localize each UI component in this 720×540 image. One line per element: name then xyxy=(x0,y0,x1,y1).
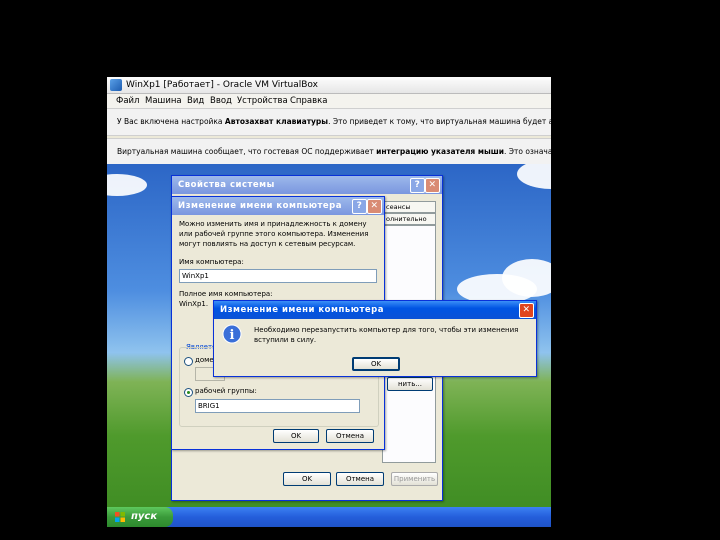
restart-message: Необходимо перезапустить компьютер для т… xyxy=(254,326,519,344)
virtualbox-window: WinXp1 [Работает] - Oracle VM VirtualBox… xyxy=(107,77,551,527)
menu-input[interactable]: Ввод xyxy=(210,94,232,108)
workgroup-radio-label: рабочей группы: xyxy=(195,387,257,395)
domain-radio[interactable] xyxy=(184,357,193,366)
computer-name-changes-titlebar[interactable]: Изменение имени компьютера ? ✕ xyxy=(172,197,384,215)
help-icon[interactable]: ? xyxy=(410,178,425,193)
svg-text:i: i xyxy=(230,328,235,343)
workgroup-radio[interactable] xyxy=(184,388,193,397)
ok-button[interactable]: OK xyxy=(352,357,400,371)
computer-name-label: Имя компьютера: xyxy=(179,258,244,266)
help-icon[interactable]: ? xyxy=(352,199,367,214)
system-properties-title: Свойства системы xyxy=(178,180,275,190)
full-computer-name-value: WinXp1. xyxy=(179,300,209,308)
menu-machine[interactable]: Машина xyxy=(145,94,182,108)
full-computer-name-label: Полное имя компьютера: xyxy=(179,290,273,298)
cloud xyxy=(517,164,551,189)
guest-desktop: Свойства системы ? ✕ сеансы олнительно н… xyxy=(107,164,551,527)
taskbar: пуск xyxy=(107,507,551,527)
tab-remote-sessions[interactable]: сеансы xyxy=(382,201,436,213)
notice-mouse-text: Виртуальная машина сообщает, что гостева… xyxy=(117,147,551,156)
info-icon: i xyxy=(222,324,242,344)
computer-name-input[interactable]: WinXp1 xyxy=(179,269,377,283)
mouse-integration-notice: Виртуальная машина сообщает, что гостева… xyxy=(107,138,551,166)
virtualbox-titlebar[interactable]: WinXp1 [Работает] - Oracle VM VirtualBox xyxy=(107,77,551,94)
system-properties-titlebar[interactable]: Свойства системы ? ✕ xyxy=(172,176,442,194)
notice-keyboard-text: У Вас включена настройка Автозахват клав… xyxy=(117,117,551,126)
cancel-button[interactable]: Отмена xyxy=(326,429,374,443)
menu-help[interactable]: Справка xyxy=(290,94,327,108)
ok-button[interactable]: OK xyxy=(283,472,331,486)
change-button[interactable]: нить... xyxy=(387,377,433,391)
close-icon[interactable]: ✕ xyxy=(367,199,382,214)
ok-button[interactable]: OK xyxy=(273,429,319,443)
virtualbox-menubar: Файл Машина Вид Ввод Устройства Справка xyxy=(107,94,551,108)
start-button-label: пуск xyxy=(131,511,158,522)
keyboard-capture-notice: У Вас включена настройка Автозахват клав… xyxy=(107,108,551,136)
close-icon[interactable]: ✕ xyxy=(425,178,440,193)
computer-name-changes-title: Изменение имени компьютера xyxy=(178,201,342,211)
start-button[interactable]: пуск xyxy=(107,507,173,527)
virtualbox-app-icon xyxy=(110,79,122,91)
menu-view[interactable]: Вид xyxy=(187,94,204,108)
virtualbox-window-title: WinXp1 [Работает] - Oracle VM VirtualBox xyxy=(126,80,318,90)
windows-logo-icon xyxy=(115,512,125,522)
rename-description: Можно изменить имя и принадлежность к до… xyxy=(179,220,369,248)
cloud xyxy=(107,174,147,196)
restart-dialog-title: Изменение имени компьютера xyxy=(220,305,384,315)
menu-file[interactable]: Файл xyxy=(116,94,139,108)
menu-devices[interactable]: Устройства xyxy=(237,94,288,108)
restart-required-dialog: Изменение имени компьютера ✕ i Необходим… xyxy=(213,300,537,377)
restart-dialog-titlebar[interactable]: Изменение имени компьютера ✕ xyxy=(214,301,536,319)
tab-advanced[interactable]: олнительно xyxy=(382,213,436,225)
domain-radio-label: доме xyxy=(195,356,214,364)
apply-button[interactable]: Применить xyxy=(391,472,438,486)
close-icon[interactable]: ✕ xyxy=(519,303,534,318)
workgroup-input[interactable]: BRIG1 xyxy=(195,399,360,413)
cancel-button[interactable]: Отмена xyxy=(336,472,384,486)
